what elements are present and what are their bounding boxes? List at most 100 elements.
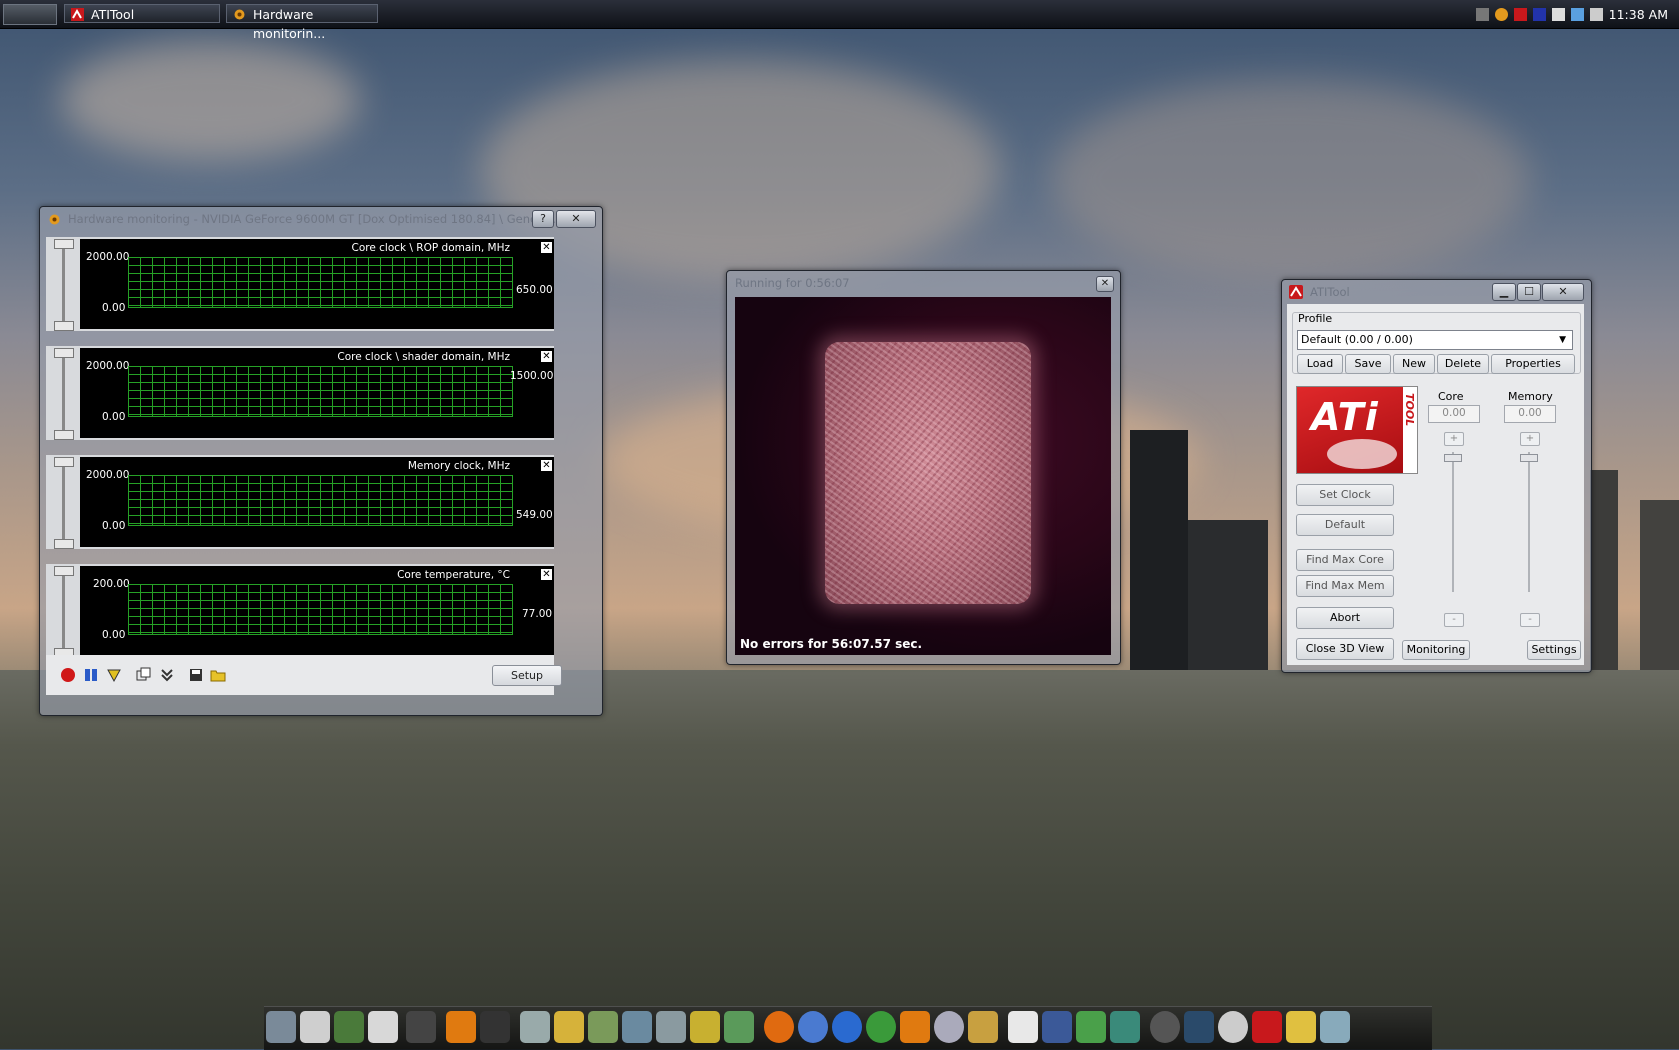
save-button[interactable]: Save (1345, 354, 1391, 374)
core-clock-field[interactable]: 0.00 (1428, 405, 1480, 423)
collapse-icon[interactable] (159, 667, 175, 683)
phone-icon[interactable] (406, 1011, 436, 1043)
close-button[interactable]: ✕ (556, 210, 596, 228)
volume-icon[interactable] (1589, 7, 1603, 21)
monitor-icon[interactable] (1184, 1011, 1214, 1043)
clock[interactable]: 11:38 AM (1609, 7, 1668, 22)
delete-button[interactable]: Delete (1437, 354, 1489, 374)
battery-icon[interactable] (1551, 7, 1565, 21)
fan-icon[interactable] (1218, 1011, 1248, 1043)
bluetooth-icon[interactable] (1532, 7, 1546, 21)
media-player-icon[interactable] (832, 1011, 862, 1043)
messenger-icon[interactable] (1076, 1011, 1106, 1043)
music-folder-icon[interactable] (588, 1011, 618, 1043)
copy-icon[interactable] (136, 667, 152, 683)
gear-icon (49, 214, 60, 225)
marker-icon[interactable] (106, 667, 122, 683)
network-icon[interactable] (1570, 7, 1584, 21)
recycle-bin-icon[interactable] (1320, 1011, 1350, 1043)
atitool-window: ATITool ▁ ☐ ✕ Profile Default (0.00 / 0.… (1281, 279, 1592, 673)
motherboard-icon[interactable] (334, 1011, 364, 1043)
windows-icon[interactable] (866, 1011, 896, 1043)
properties-button[interactable]: Properties (1491, 354, 1575, 374)
memory-label: Memory (1508, 390, 1553, 403)
memory-slider-track[interactable] (1528, 452, 1530, 592)
mobile-icon[interactable] (480, 1011, 510, 1043)
monitoring-button[interactable]: Monitoring (1402, 640, 1470, 660)
close-button[interactable]: ✕ (1542, 283, 1584, 301)
cpu-icon[interactable] (368, 1011, 398, 1043)
set-clock-button[interactable]: Set Clock (1296, 484, 1394, 506)
graph-pane: Core clock \ shader domain, MHz ✕ 2000.0… (80, 348, 554, 438)
find-max-mem-button[interactable]: Find Max Mem (1296, 575, 1394, 597)
3d-render-view[interactable]: No errors for 56:07.57 sec. (735, 297, 1111, 655)
new-button[interactable]: New (1393, 354, 1435, 374)
graph-scale-slider[interactable] (52, 346, 74, 440)
vlc-icon[interactable] (900, 1011, 930, 1043)
tools-folder-icon[interactable] (656, 1011, 686, 1043)
window-titlebar[interactable]: Running for 0:56:07 (727, 271, 1120, 295)
setup-button[interactable]: Setup (492, 665, 562, 686)
abort-button[interactable]: Abort (1296, 607, 1394, 629)
help-button[interactable]: ? (532, 210, 554, 228)
minimize-button[interactable]: ▁ (1492, 283, 1516, 301)
hardware-monitoring-window: Hardware monitoring - NVIDIA GeForce 960… (39, 206, 603, 716)
downloads-folder-icon[interactable] (724, 1011, 754, 1043)
memory-decrease-button[interactable]: - (1520, 613, 1540, 627)
firefox-icon[interactable] (764, 1011, 794, 1043)
folder-icon[interactable] (210, 667, 226, 683)
memory-slider-handle[interactable] (1520, 454, 1538, 462)
graph-ymin: 0.00 (102, 302, 126, 314)
taskbar-item-hardware-monitoring[interactable]: Hardware monitorin... (226, 4, 378, 41)
graph-close-icon[interactable]: ✕ (541, 242, 552, 253)
default-button[interactable]: Default (1296, 514, 1394, 536)
save-icon[interactable] (188, 667, 204, 683)
gear-icon[interactable] (1494, 7, 1508, 21)
facebook-icon[interactable] (1042, 1011, 1072, 1043)
close-3d-view-button[interactable]: Close 3D View (1296, 638, 1394, 660)
computer-icon[interactable] (266, 1011, 296, 1043)
tray-arrow-icon[interactable] (1475, 7, 1489, 21)
graph-scale-slider[interactable] (52, 455, 74, 549)
settings-button[interactable]: Settings (1527, 640, 1581, 660)
feather-icon[interactable] (1110, 1011, 1140, 1043)
graph-close-icon[interactable]: ✕ (541, 460, 552, 471)
monitoring-toolbar: Setup (46, 655, 562, 695)
memory-increase-button[interactable]: + (1520, 432, 1540, 446)
game-icon[interactable] (968, 1011, 998, 1043)
core-increase-button[interactable]: + (1444, 432, 1464, 446)
record-icon[interactable] (60, 667, 76, 683)
graph-close-icon[interactable]: ✕ (541, 351, 552, 362)
close-button[interactable]: ✕ (1096, 276, 1114, 292)
memory-clock-field[interactable]: 0.00 (1504, 405, 1556, 423)
atitool-icon[interactable] (1252, 1011, 1282, 1043)
graph-scale-slider[interactable] (52, 564, 74, 658)
drive-icon[interactable] (300, 1011, 330, 1043)
atitool-tray-icon[interactable] (1513, 7, 1527, 21)
maximize-button[interactable]: ☐ (1517, 283, 1541, 301)
mail-icon[interactable] (1008, 1011, 1038, 1043)
find-max-core-button[interactable]: Find Max Core (1296, 549, 1394, 571)
hazard-folder-icon[interactable] (690, 1011, 720, 1043)
pause-icon[interactable] (83, 667, 99, 683)
mp3-player-icon[interactable] (446, 1011, 476, 1043)
dvd-icon[interactable] (934, 1011, 964, 1043)
pen-icon[interactable] (1286, 1011, 1316, 1043)
load-button[interactable]: Load (1297, 354, 1343, 374)
start-button[interactable] (3, 4, 57, 25)
window-titlebar[interactable]: Hardware monitoring - NVIDIA GeForce 960… (40, 207, 602, 231)
pictures-folder-icon[interactable] (622, 1011, 652, 1043)
graph-scale-slider[interactable] (52, 237, 74, 331)
profile-select[interactable]: Default (0.00 / 0.00) ▼ (1297, 330, 1573, 350)
itunes-icon[interactable] (798, 1011, 828, 1043)
gear-icon (234, 9, 245, 20)
graph-close-icon[interactable]: ✕ (541, 569, 552, 580)
documents-folder-icon[interactable] (554, 1011, 584, 1043)
core-slider-track[interactable] (1452, 452, 1454, 592)
user-folder-icon[interactable] (520, 1011, 550, 1043)
core-slider-handle[interactable] (1444, 454, 1462, 462)
taskbar-item-atitool[interactable]: ATITool (64, 4, 220, 23)
core-decrease-button[interactable]: - (1444, 613, 1464, 627)
speedometer-icon[interactable] (1150, 1011, 1180, 1043)
graph-grid (128, 366, 513, 417)
